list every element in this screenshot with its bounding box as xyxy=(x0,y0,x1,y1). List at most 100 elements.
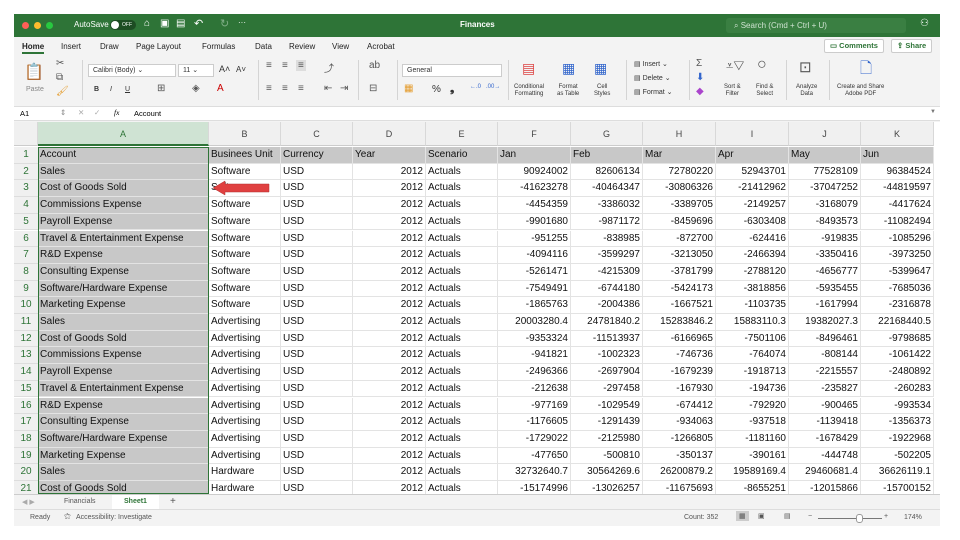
table-cell[interactable]: 2012 xyxy=(353,414,426,431)
table-cell[interactable]: -919835 xyxy=(789,230,861,248)
table-cell[interactable]: 19589169.4 xyxy=(716,464,789,481)
tab-page-layout[interactable]: Page Layout xyxy=(136,42,181,51)
table-cell[interactable]: Advertising xyxy=(209,364,281,381)
table-cell[interactable]: -6303408 xyxy=(716,213,789,231)
row-header[interactable]: 20 xyxy=(14,464,38,481)
table-cell[interactable]: -746736 xyxy=(643,347,716,365)
table-cell[interactable]: -2149257 xyxy=(716,197,789,214)
table-cell[interactable]: 15283846.2 xyxy=(643,314,716,331)
table-cell[interactable]: Consulting Expense xyxy=(38,263,209,281)
tab-view[interactable]: View xyxy=(332,42,349,51)
table-cell[interactable]: USD xyxy=(281,314,353,331)
table-cell[interactable]: 2012 xyxy=(353,263,426,281)
align-center-icon[interactable]: ≡ xyxy=(282,83,288,94)
header-cell[interactable]: Jun xyxy=(861,147,934,164)
table-cell[interactable]: Software xyxy=(209,197,281,214)
sheet-tab-sheet1[interactable]: Sheet1 xyxy=(112,495,159,509)
row-header[interactable]: 15 xyxy=(14,380,38,398)
table-cell[interactable]: 2012 xyxy=(353,314,426,331)
zoom-level[interactable]: 174% xyxy=(904,514,922,521)
table-cell[interactable]: -40464347 xyxy=(571,180,643,198)
redo-icon[interactable]: ↻ xyxy=(220,17,229,30)
zoom-window-button[interactable] xyxy=(46,22,53,29)
table-cell[interactable]: -1617994 xyxy=(789,297,861,314)
table-cell[interactable]: -500810 xyxy=(571,447,643,465)
tab-draw[interactable]: Draw xyxy=(100,42,119,51)
tab-home[interactable]: Home xyxy=(22,42,45,54)
bold-button[interactable]: B xyxy=(94,86,99,93)
table-cell[interactable]: Commissions Expense xyxy=(38,197,209,214)
table-cell[interactable]: -1678429 xyxy=(789,430,861,448)
borders-icon[interactable]: ⊞ xyxy=(157,83,165,94)
table-cell[interactable]: -3168079 xyxy=(789,197,861,214)
column-header-e[interactable]: E xyxy=(426,122,498,146)
save-as-icon[interactable]: ▤ xyxy=(176,18,185,29)
table-cell[interactable]: -1922968 xyxy=(861,430,934,448)
table-cell[interactable]: -1085296 xyxy=(861,230,934,248)
table-cell[interactable]: 2012 xyxy=(353,280,426,298)
row-header[interactable]: 12 xyxy=(14,330,38,348)
table-cell[interactable]: -1103735 xyxy=(716,297,789,314)
table-cell[interactable]: 2012 xyxy=(353,197,426,214)
column-header-f[interactable]: F xyxy=(498,122,571,146)
autosum-icon[interactable]: Σ xyxy=(696,58,702,69)
table-cell[interactable]: R&D Expense xyxy=(38,247,209,264)
table-cell[interactable]: 22168440.5 xyxy=(861,314,934,331)
table-cell[interactable]: Cost of Goods Sold xyxy=(38,330,209,348)
column-header-c[interactable]: C xyxy=(281,122,353,146)
accessibility-status[interactable]: Accessibility: Investigate xyxy=(76,514,152,521)
table-cell[interactable]: USD xyxy=(281,464,353,481)
table-cell[interactable]: 2012 xyxy=(353,247,426,264)
font-name-select[interactable]: Calibri (Body) ⌄ xyxy=(88,64,176,77)
row-header[interactable]: 18 xyxy=(14,430,38,448)
table-cell[interactable]: USD xyxy=(281,414,353,431)
row-header[interactable]: 6 xyxy=(14,230,38,248)
table-cell[interactable]: -9901680 xyxy=(498,213,571,231)
table-cell[interactable]: Payroll Expense xyxy=(38,213,209,231)
table-cell[interactable]: -350137 xyxy=(643,447,716,465)
header-cell[interactable]: Businees Unit xyxy=(209,147,281,164)
table-cell[interactable]: Commissions Expense xyxy=(38,347,209,365)
table-cell[interactable]: 30564269.6 xyxy=(571,464,643,481)
table-cell[interactable]: -4656777 xyxy=(789,263,861,281)
expand-formula-icon[interactable]: ▼ xyxy=(930,109,936,115)
column-header-j[interactable]: J xyxy=(789,122,861,146)
tab-review[interactable]: Review xyxy=(289,42,315,51)
table-cell[interactable]: 20003280.4 xyxy=(498,314,571,331)
table-cell[interactable]: USD xyxy=(281,297,353,314)
table-cell[interactable]: 72780220 xyxy=(643,163,716,181)
table-cell[interactable]: -941821 xyxy=(498,347,571,365)
table-cell[interactable]: Marketing Expense xyxy=(38,447,209,465)
table-cell[interactable]: -3389705 xyxy=(643,197,716,214)
table-cell[interactable]: -2215557 xyxy=(789,364,861,381)
table-cell[interactable]: Advertising xyxy=(209,447,281,465)
table-cell[interactable]: Actuals xyxy=(426,347,498,365)
zoom-slider[interactable] xyxy=(818,518,882,519)
table-cell[interactable]: Hardware xyxy=(209,481,281,494)
header-cell[interactable]: Feb xyxy=(571,147,643,164)
table-cell[interactable]: 32732640.7 xyxy=(498,464,571,481)
table-cell[interactable]: Payroll Expense xyxy=(38,364,209,381)
table-cell[interactable]: -9353324 xyxy=(498,330,571,348)
table-cell[interactable]: 2012 xyxy=(353,297,426,314)
share-people-icon[interactable]: ⚇ xyxy=(920,18,929,29)
table-cell[interactable]: -297458 xyxy=(571,380,643,398)
table-cell[interactable]: Actuals xyxy=(426,430,498,448)
comma-button[interactable]: ❟ xyxy=(450,83,454,96)
table-cell[interactable]: -1356373 xyxy=(861,414,934,431)
table-cell[interactable]: -390161 xyxy=(716,447,789,465)
table-cell[interactable]: Software xyxy=(209,263,281,281)
table-cell[interactable]: -5935455 xyxy=(789,280,861,298)
table-cell[interactable]: -764074 xyxy=(716,347,789,365)
table-cell[interactable]: -5424173 xyxy=(643,280,716,298)
table-cell[interactable]: -937518 xyxy=(716,414,789,431)
row-header[interactable]: 8 xyxy=(14,263,38,281)
align-middle-icon[interactable]: ≡ xyxy=(282,60,288,71)
tab-acrobat[interactable]: Acrobat xyxy=(367,42,395,51)
table-cell[interactable]: Software xyxy=(209,213,281,231)
table-cell[interactable]: Advertising xyxy=(209,347,281,365)
analyze-data-icon[interactable]: ⊡ xyxy=(799,58,812,76)
table-cell[interactable]: -11513937 xyxy=(571,330,643,348)
zoom-slider-handle[interactable] xyxy=(856,514,863,523)
table-cell[interactable]: Sales xyxy=(38,314,209,331)
